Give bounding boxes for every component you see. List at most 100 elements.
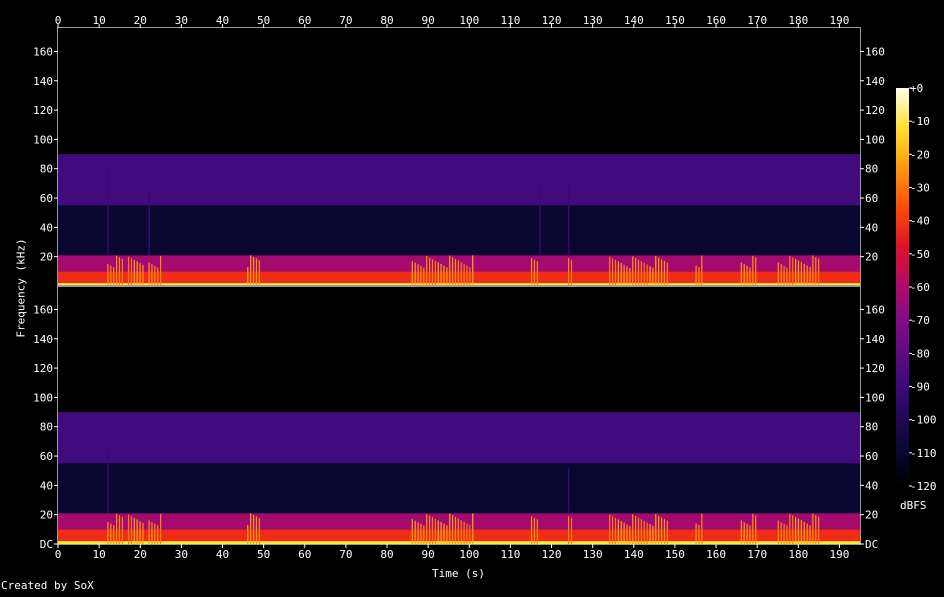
channel-2-plot xyxy=(58,286,860,544)
energy-burst xyxy=(536,261,538,286)
x-tick-label: 100 xyxy=(459,14,479,27)
colorbar-tick-label: -40 xyxy=(910,215,930,228)
energy-burst xyxy=(629,267,631,286)
energy-burst xyxy=(431,517,434,544)
energy-spike xyxy=(107,448,109,514)
energy-burst xyxy=(530,258,533,286)
energy-burst xyxy=(666,520,668,544)
energy-burst xyxy=(660,517,663,544)
y-tick-label: 40 xyxy=(865,221,878,234)
energy-burst xyxy=(640,519,642,544)
energy-burst xyxy=(567,516,570,544)
x-tick-label: 120 xyxy=(542,14,562,27)
x-tick-label: 30 xyxy=(175,14,188,27)
energy-burst xyxy=(411,519,413,544)
energy-burst xyxy=(792,257,794,286)
colorbar-tick-label: +0 xyxy=(910,82,923,95)
y-tick-label: 100 xyxy=(865,391,885,404)
energy-burst xyxy=(426,255,428,286)
energy-burst xyxy=(252,514,255,544)
channel-1-plot xyxy=(58,28,860,286)
energy-burst xyxy=(800,520,802,544)
energy-burst xyxy=(457,518,459,544)
energy-burst xyxy=(637,259,640,286)
energy-burst xyxy=(452,515,454,544)
y-tick-label: DC xyxy=(865,538,878,551)
energy-burst xyxy=(258,260,260,286)
energy-burst xyxy=(107,522,109,544)
energy-burst xyxy=(463,263,465,286)
energy-burst xyxy=(663,518,666,544)
energy-burst xyxy=(740,262,742,286)
energy-burst xyxy=(658,515,660,544)
energy-burst xyxy=(247,524,249,544)
y-tick-label: 60 xyxy=(40,192,53,205)
energy-burst xyxy=(614,517,617,544)
energy-burst xyxy=(142,264,144,286)
energy-burst xyxy=(626,266,628,286)
energy-burst xyxy=(454,516,457,544)
energy-burst xyxy=(115,255,118,286)
energy-burst xyxy=(130,516,132,544)
energy-burst xyxy=(749,525,751,544)
spectral-band xyxy=(58,513,860,530)
spectral-band xyxy=(58,255,860,272)
energy-burst xyxy=(255,516,258,544)
x-tick-label: 110 xyxy=(500,14,520,27)
x-tick-label: 100 xyxy=(459,548,479,561)
colorbar-tick-label: -30 xyxy=(910,182,930,195)
energy-burst xyxy=(643,262,645,286)
y-tick-label: DC xyxy=(40,538,53,551)
energy-burst xyxy=(611,516,614,544)
energy-burst xyxy=(812,513,814,544)
y-tick-label: 80 xyxy=(40,421,53,434)
energy-burst xyxy=(428,515,431,544)
energy-burst xyxy=(533,259,536,286)
energy-burst xyxy=(151,522,153,544)
x-tick-label: 80 xyxy=(380,548,393,561)
energy-burst xyxy=(423,525,425,544)
energy-burst xyxy=(786,267,788,286)
x-tick-label: 190 xyxy=(829,14,849,27)
energy-burst xyxy=(567,258,570,286)
energy-burst xyxy=(666,262,668,286)
y-tick-label: 100 xyxy=(33,391,53,404)
energy-burst xyxy=(440,264,442,286)
energy-burst xyxy=(626,524,628,544)
energy-burst xyxy=(472,255,474,286)
x-tick-label: 20 xyxy=(134,14,147,27)
x-tick-label: 0 xyxy=(55,548,62,561)
colorbar xyxy=(896,88,909,486)
colorbar-tick-label: -50 xyxy=(910,248,930,261)
energy-burst xyxy=(818,516,820,544)
x-tick-label: 60 xyxy=(298,14,311,27)
x-tick-label: 0 xyxy=(55,14,62,27)
energy-burst xyxy=(620,263,622,286)
energy-burst xyxy=(139,263,141,286)
energy-burst xyxy=(148,262,150,286)
energy-burst xyxy=(632,256,634,286)
credit-text: Created by SoX xyxy=(1,579,94,592)
x-tick-label: 60 xyxy=(298,548,311,561)
energy-burst xyxy=(417,522,419,544)
energy-burst xyxy=(660,259,663,286)
energy-burst xyxy=(437,262,439,286)
energy-burst xyxy=(812,255,814,286)
energy-burst xyxy=(640,261,642,286)
y-tick-label: 80 xyxy=(865,421,878,434)
energy-burst xyxy=(115,513,118,544)
energy-burst xyxy=(617,261,619,286)
energy-burst xyxy=(469,266,471,286)
spectral-band xyxy=(58,154,860,206)
y-tick-label: 40 xyxy=(40,479,53,492)
energy-burst xyxy=(635,258,637,286)
energy-burst xyxy=(780,522,782,544)
y-tick-label: 120 xyxy=(33,362,53,375)
energy-burst xyxy=(434,260,436,286)
energy-burst xyxy=(460,262,462,286)
y-tick-label: 140 xyxy=(33,333,53,346)
energy-burst xyxy=(136,261,138,286)
energy-burst xyxy=(110,265,112,286)
energy-burst xyxy=(755,257,757,286)
x-tick-label: 80 xyxy=(380,14,393,27)
